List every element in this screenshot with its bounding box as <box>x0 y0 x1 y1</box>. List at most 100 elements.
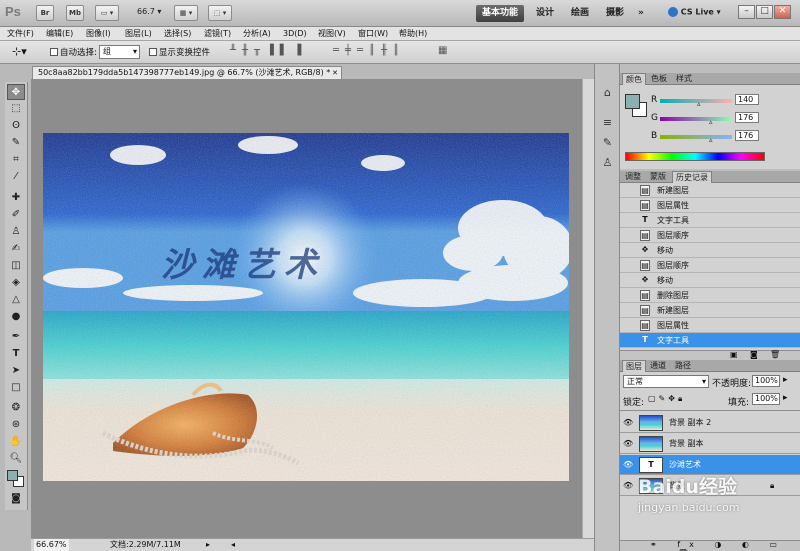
history-item[interactable]: ▤ 图层属性 <box>620 198 800 213</box>
hand-tool-icon[interactable]: ✋ <box>7 434 25 450</box>
menu-3d[interactable]: 3D(D) <box>283 28 307 40</box>
history-item[interactable]: ▤ 图层顺序 <box>620 258 800 273</box>
lock-icons[interactable]: ▢✎✥🔒︎ <box>648 394 685 404</box>
3d-orbit-tool-icon[interactable]: ⊛ <box>7 417 25 433</box>
eye-icon[interactable]: 👁︎ <box>623 481 633 491</box>
new-snapshot-icon[interactable]: ▣ <box>730 350 738 359</box>
zoom-level[interactable]: 66.7 ▾ <box>137 7 161 16</box>
channel-r-slider[interactable] <box>660 99 732 103</box>
history-item[interactable]: ▤ 新建图层 <box>620 183 800 198</box>
shape-tool-icon[interactable]: □ <box>7 380 25 396</box>
channel-g-slider[interactable] <box>660 117 732 121</box>
align-buttons[interactable]: ╨╫╥▐▌▐ <box>230 45 307 56</box>
foreground-color-swatch[interactable] <box>7 470 18 481</box>
document-tab[interactable]: 50c8aa82bb179dda5b147398777eb149.jpg @ 6… <box>32 66 342 79</box>
pen-tool-icon[interactable]: ✒ <box>7 329 25 345</box>
bridge-button[interactable]: Br <box>36 5 54 21</box>
lasso-tool-icon[interactable]: ʘ <box>7 118 25 134</box>
close-tab-icon[interactable]: ✕ <box>332 67 338 79</box>
trash-icon[interactable]: 🗑︎ <box>770 350 780 359</box>
distribute-buttons[interactable]: ═╪═║╫║ <box>333 45 405 56</box>
menu-select[interactable]: 选择(S) <box>164 28 191 40</box>
menu-image[interactable]: 图像(I) <box>86 28 111 40</box>
dodge-tool-icon[interactable]: ● <box>7 309 25 325</box>
minimize-button[interactable]: – <box>738 5 755 19</box>
eye-icon[interactable]: 👁︎ <box>623 460 633 470</box>
tab-adjustments[interactable]: 调整 <box>622 171 644 183</box>
dock-clone-icon[interactable]: ♙ <box>599 154 616 171</box>
restore-button[interactable]: □ <box>756 5 773 19</box>
arrange-documents-button[interactable]: ▦ ▾ <box>174 5 198 21</box>
opacity-arrow-icon[interactable]: ▸ <box>783 375 788 385</box>
zoom-tool-icon[interactable]: 🔍︎ <box>7 451 25 467</box>
history-item[interactable]: ✥ 移动 <box>620 243 800 258</box>
tab-styles[interactable]: 样式 <box>673 73 695 85</box>
tab-paths[interactable]: 路径 <box>672 360 694 372</box>
menu-analysis[interactable]: 分析(A) <box>243 28 271 40</box>
color-spectrum-bar[interactable] <box>625 152 765 161</box>
channel-r-input[interactable]: 140 <box>735 94 759 105</box>
paint-bucket-tool-icon[interactable]: ◈ <box>7 275 25 291</box>
tab-swatches[interactable]: 色板 <box>648 73 670 85</box>
eye-icon[interactable]: 👁︎ <box>623 439 633 449</box>
quick-select-tool-icon[interactable]: ✎ <box>7 135 25 151</box>
history-item[interactable]: T 文字工具 <box>620 213 800 228</box>
auto-align-button[interactable]: ▦ <box>438 45 447 56</box>
move-tool-icon[interactable]: ✥ <box>7 84 25 100</box>
tab-color[interactable]: 颜色 <box>622 73 646 85</box>
history-brush-tool-icon[interactable]: ✍ <box>7 241 25 257</box>
history-item[interactable]: ▤ 图层顺序 <box>620 228 800 243</box>
history-item[interactable]: ▤ 删除图层 <box>620 288 800 303</box>
mini-bridge-button[interactable]: Mb <box>66 5 84 21</box>
screen-mode-button[interactable]: ⬚ ▾ <box>208 5 232 21</box>
menu-window[interactable]: 窗口(W) <box>358 28 388 40</box>
layer-row[interactable]: 👁︎ 背景 副本 2 <box>620 413 800 433</box>
close-button[interactable]: ✕ <box>774 5 791 19</box>
workspace-design[interactable]: 设计 <box>530 5 560 22</box>
camera-icon[interactable]: ◙ <box>750 350 758 359</box>
history-item[interactable]: ▤ 图层属性 <box>620 318 800 333</box>
layer-footer-icons[interactable]: ⚭ fx ◑ ◐ ▭ ▣ 🗑︎ <box>650 540 800 551</box>
quick-mask-icon[interactable]: ◙ <box>7 491 25 507</box>
clone-stamp-tool-icon[interactable]: ♙ <box>7 224 25 240</box>
eraser-tool-icon[interactable]: ◫ <box>7 258 25 274</box>
show-transform-checkbox[interactable] <box>149 48 157 56</box>
fill-arrow-icon[interactable]: ▸ <box>783 393 788 403</box>
channel-b-input[interactable]: 176 <box>735 130 759 141</box>
vertical-scrollbar[interactable] <box>582 79 594 538</box>
healing-brush-tool-icon[interactable]: ✚ <box>7 190 25 206</box>
channel-b-slider[interactable] <box>660 135 732 139</box>
status-scroll-left-icon[interactable]: ◂ <box>231 539 235 551</box>
channel-g-input[interactable]: 176 <box>735 112 759 123</box>
dock-history-icon[interactable]: ⌂ <box>599 84 616 101</box>
move-tool-preset-icon[interactable]: ⊹▾ <box>12 45 27 58</box>
path-select-tool-icon[interactable]: ➤ <box>7 363 25 379</box>
type-tool-icon[interactable]: T <box>7 346 25 362</box>
cs-live-button[interactable]: CS Live ▾ <box>668 7 721 17</box>
status-zoom[interactable]: 66.67% <box>34 539 69 551</box>
3d-rotate-tool-icon[interactable]: ❂ <box>7 400 25 416</box>
more-workspaces-button[interactable]: » <box>632 5 650 22</box>
opacity-input[interactable]: 100% <box>752 375 780 387</box>
blend-mode-select[interactable]: 正常 ▾ <box>623 375 709 388</box>
eye-icon[interactable]: 👁︎ <box>623 418 633 428</box>
workspace-essentials[interactable]: 基本功能 <box>476 5 525 22</box>
menu-view[interactable]: 视图(V) <box>318 28 346 40</box>
view-extras-button[interactable]: ▭ ▾ <box>95 5 119 21</box>
dock-adjust-icon[interactable]: ≡ <box>599 114 616 131</box>
menu-help[interactable]: 帮助(H) <box>399 28 427 40</box>
status-arrow-icon[interactable]: ▸ <box>206 539 210 551</box>
workspace-painting[interactable]: 绘画 <box>565 5 595 22</box>
history-item[interactable]: ✥ 移动 <box>620 273 800 288</box>
tab-history[interactable]: 历史记录 <box>672 171 712 183</box>
history-item[interactable]: T 文字工具 <box>620 333 800 348</box>
layer-row[interactable]: 👁︎ 背景 副本 <box>620 434 800 454</box>
auto-select-dropdown[interactable]: 组 ▾ <box>99 45 140 59</box>
menu-edit[interactable]: 编辑(E) <box>46 28 73 40</box>
image-canvas[interactable]: 沙滩艺术 <box>43 133 569 481</box>
tab-channels[interactable]: 通道 <box>647 360 669 372</box>
dock-brush-icon[interactable]: ✎ <box>599 134 616 151</box>
menu-file[interactable]: 文件(F) <box>7 28 34 40</box>
fg-color-swatch[interactable] <box>625 94 640 109</box>
marquee-tool-icon[interactable]: ⬚ <box>7 101 25 117</box>
